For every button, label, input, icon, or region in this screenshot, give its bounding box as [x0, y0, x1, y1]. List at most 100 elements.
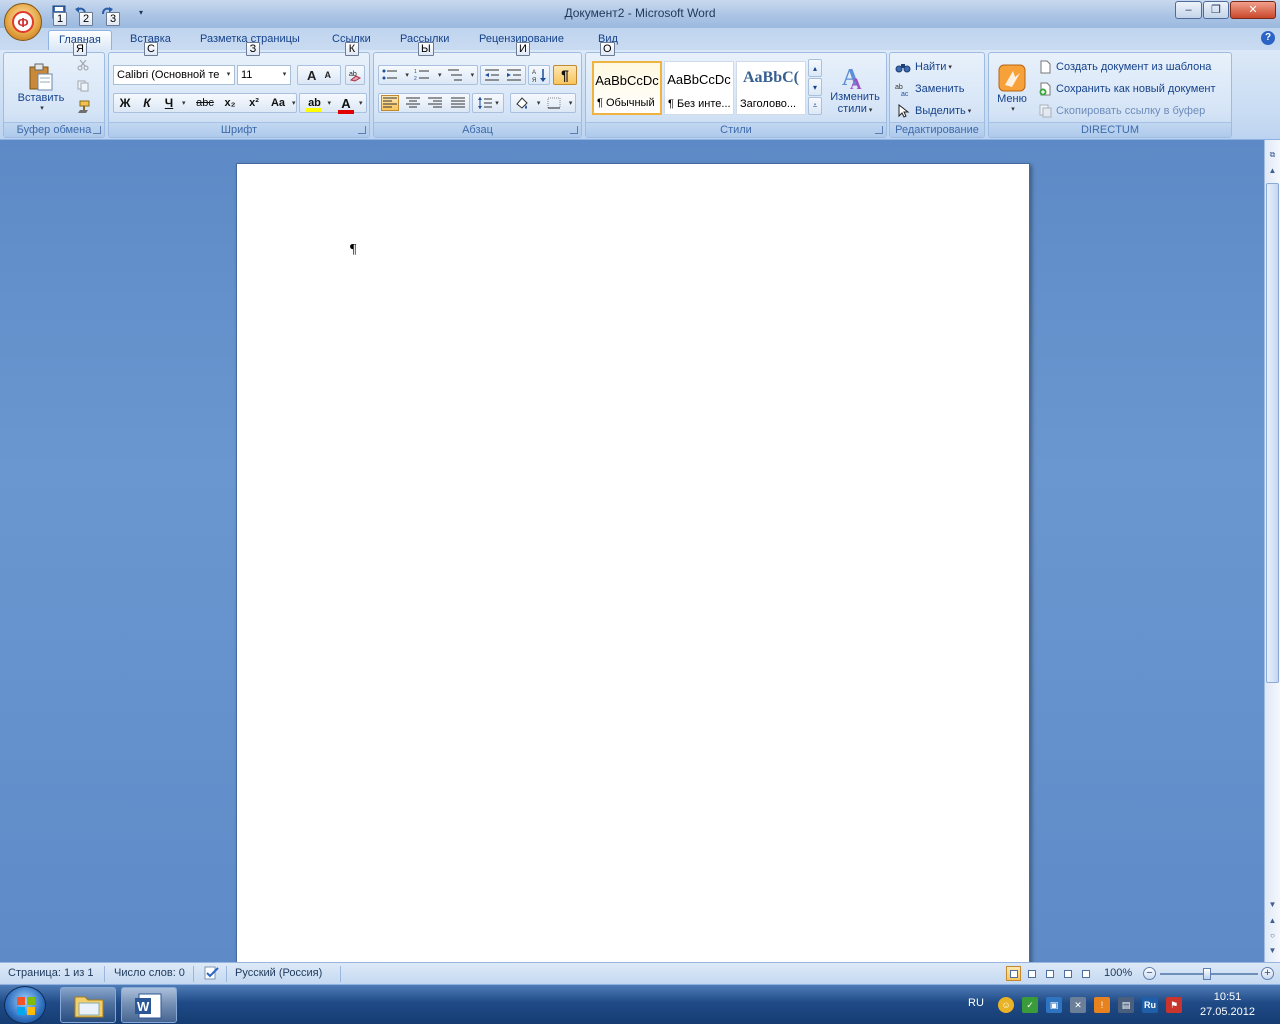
next-page-icon[interactable]: ▼ — [1266, 944, 1279, 958]
clear-formatting-button[interactable]: ab — [345, 65, 365, 85]
dialog-launcher-icon[interactable] — [875, 126, 883, 134]
styles-scroll-down-icon[interactable]: ▾ — [808, 78, 822, 96]
increase-indent-icon[interactable] — [506, 68, 522, 82]
network-icon[interactable]: ▤ — [1118, 997, 1134, 1013]
underline-button[interactable]: Ч — [158, 96, 180, 110]
shrink-font-button[interactable]: A — [324, 70, 331, 80]
document-page[interactable]: ¶ — [236, 163, 1030, 962]
tray-alert-icon[interactable]: ! — [1094, 997, 1110, 1013]
dialog-launcher-icon[interactable] — [570, 126, 578, 134]
language-indicator[interactable]: Русский (Россия) — [235, 967, 322, 979]
document-area[interactable]: ¶ — [0, 140, 1264, 962]
page-count[interactable]: Страница: 1 из 1 — [8, 967, 94, 979]
tray-security-icon[interactable]: ✓ — [1022, 997, 1038, 1013]
dialog-launcher-icon[interactable] — [93, 126, 101, 134]
spellcheck-icon[interactable] — [203, 965, 221, 984]
minimize-button[interactable]: – — [1175, 1, 1202, 19]
full-screen-reading-view-icon[interactable] — [1024, 966, 1039, 981]
justify-icon[interactable] — [450, 96, 466, 110]
highlight-button[interactable]: ab — [303, 97, 325, 112]
word-count[interactable]: Число слов: 0 — [114, 967, 185, 979]
paste-button[interactable]: Вставить ▾ — [10, 56, 72, 118]
close-button[interactable]: ✕ — [1230, 1, 1276, 19]
align-right-icon[interactable] — [427, 96, 443, 110]
tray-ru-icon[interactable]: Ru — [1142, 997, 1158, 1013]
chevron-down-icon[interactable]: ▾ — [405, 71, 409, 79]
zoom-slider-thumb[interactable] — [1203, 968, 1211, 980]
copy-icon[interactable] — [74, 78, 92, 94]
underline-chevron-down-icon[interactable]: ▾ — [182, 99, 192, 107]
font-name-combo[interactable]: Calibri (Основной те ▾ — [113, 65, 235, 85]
shading-icon[interactable] — [514, 96, 530, 110]
zoom-in-icon[interactable]: + — [1261, 967, 1274, 980]
zoom-level[interactable]: 100% — [1104, 967, 1132, 979]
format-painter-icon[interactable] — [74, 99, 92, 115]
change-case-chevron-down-icon[interactable]: ▾ — [292, 99, 296, 107]
chevron-down-icon[interactable]: ▾ — [223, 66, 234, 84]
style-normal[interactable]: AaBbCcDc ¶ Обычный — [592, 61, 662, 115]
draft-view-icon[interactable] — [1078, 966, 1093, 981]
directum-menu-button[interactable]: Меню ▾ — [992, 57, 1032, 119]
chevron-down-icon[interactable]: ▾ — [471, 71, 475, 79]
copy-link-button[interactable]: Скопировать ссылку в буфер — [1037, 101, 1229, 121]
line-spacing-button[interactable]: ▾ — [472, 93, 504, 113]
tray-app-icon[interactable]: ☺ — [998, 997, 1014, 1013]
numbering-icon[interactable]: 12 — [414, 68, 430, 82]
bullets-icon[interactable] — [382, 68, 398, 82]
subscript-button[interactable]: x₂ — [218, 97, 242, 109]
change-case-button[interactable]: Aa — [266, 97, 290, 109]
print-layout-view-icon[interactable] — [1006, 966, 1021, 981]
scrollbar-thumb[interactable] — [1266, 183, 1279, 683]
font-color-chevron-down-icon[interactable]: ▾ — [359, 99, 363, 107]
taskbar-word[interactable]: W — [121, 987, 177, 1023]
bold-button[interactable]: Ж — [114, 96, 136, 110]
clock[interactable]: 10:51 27.05.2012 — [1190, 990, 1265, 1020]
previous-page-icon[interactable]: ▲ — [1266, 914, 1279, 928]
web-layout-view-icon[interactable] — [1042, 966, 1057, 981]
font-color-button[interactable]: A — [335, 96, 357, 114]
superscript-button[interactable]: x² — [242, 97, 266, 109]
show-formatting-marks-button[interactable]: ¶ — [553, 65, 577, 85]
styles-more-icon[interactable]: ⩡ — [808, 97, 822, 115]
browse-object-icon[interactable]: ○ — [1266, 929, 1279, 943]
office-button[interactable]: Ф — [4, 3, 42, 41]
sort-button[interactable]: AЯ — [528, 65, 550, 85]
multilevel-list-icon[interactable] — [447, 68, 463, 82]
italic-button[interactable]: К — [136, 96, 158, 110]
styles-scroll-up-icon[interactable]: ▴ — [808, 59, 822, 77]
grow-font-button[interactable]: A — [307, 68, 316, 83]
restore-button[interactable]: ❐ — [1203, 1, 1229, 19]
chevron-down-icon[interactable]: ▾ — [537, 99, 541, 107]
dialog-launcher-icon[interactable] — [358, 126, 366, 134]
start-button[interactable] — [4, 986, 46, 1024]
strikethrough-button[interactable]: abc — [192, 97, 218, 109]
taskbar-explorer[interactable] — [60, 987, 116, 1023]
create-from-template-button[interactable]: Создать документ из шаблона — [1037, 57, 1229, 77]
ruler-toggle-icon[interactable]: ⧉ — [1266, 148, 1279, 162]
outline-view-icon[interactable] — [1060, 966, 1075, 981]
save-as-new-button[interactable]: Сохранить как новый документ — [1037, 79, 1229, 99]
scroll-down-icon[interactable]: ▼ — [1266, 898, 1279, 912]
tray-flag-icon[interactable]: ⚑ — [1166, 997, 1182, 1013]
cut-icon[interactable] — [74, 57, 92, 73]
vertical-scrollbar[interactable]: ⧉ ▲ ▼ ▲ ○ ▼ — [1264, 140, 1280, 962]
chevron-down-icon[interactable]: ▾ — [438, 71, 442, 79]
select-button[interactable]: Выделить ▾ — [894, 101, 982, 121]
chevron-down-icon[interactable]: ▾ — [569, 99, 573, 107]
tray-monitor-icon[interactable]: ▣ — [1046, 997, 1062, 1013]
borders-icon[interactable] — [546, 96, 562, 110]
align-center-icon[interactable] — [405, 96, 421, 110]
zoom-out-icon[interactable]: − — [1143, 967, 1156, 980]
style-no-spacing[interactable]: AaBbCcDc ¶ Без инте... — [664, 61, 734, 115]
highlight-chevron-down-icon[interactable]: ▾ — [327, 99, 331, 107]
find-button[interactable]: Найти ▾ — [894, 57, 982, 77]
scroll-up-icon[interactable]: ▲ — [1266, 164, 1279, 178]
decrease-indent-icon[interactable] — [484, 68, 500, 82]
input-language[interactable]: RU — [966, 995, 986, 1011]
change-styles-button[interactable]: AA Изменить стили ▾ — [826, 57, 884, 119]
font-size-combo[interactable]: 11 ▾ — [237, 65, 291, 85]
replace-button[interactable]: ab ac Заменить — [894, 79, 982, 99]
style-heading-1[interactable]: AaBbC( Заголово... — [736, 61, 806, 115]
volume-muted-icon[interactable]: ✕ — [1070, 997, 1086, 1013]
chevron-down-icon[interactable]: ▾ — [279, 66, 290, 84]
